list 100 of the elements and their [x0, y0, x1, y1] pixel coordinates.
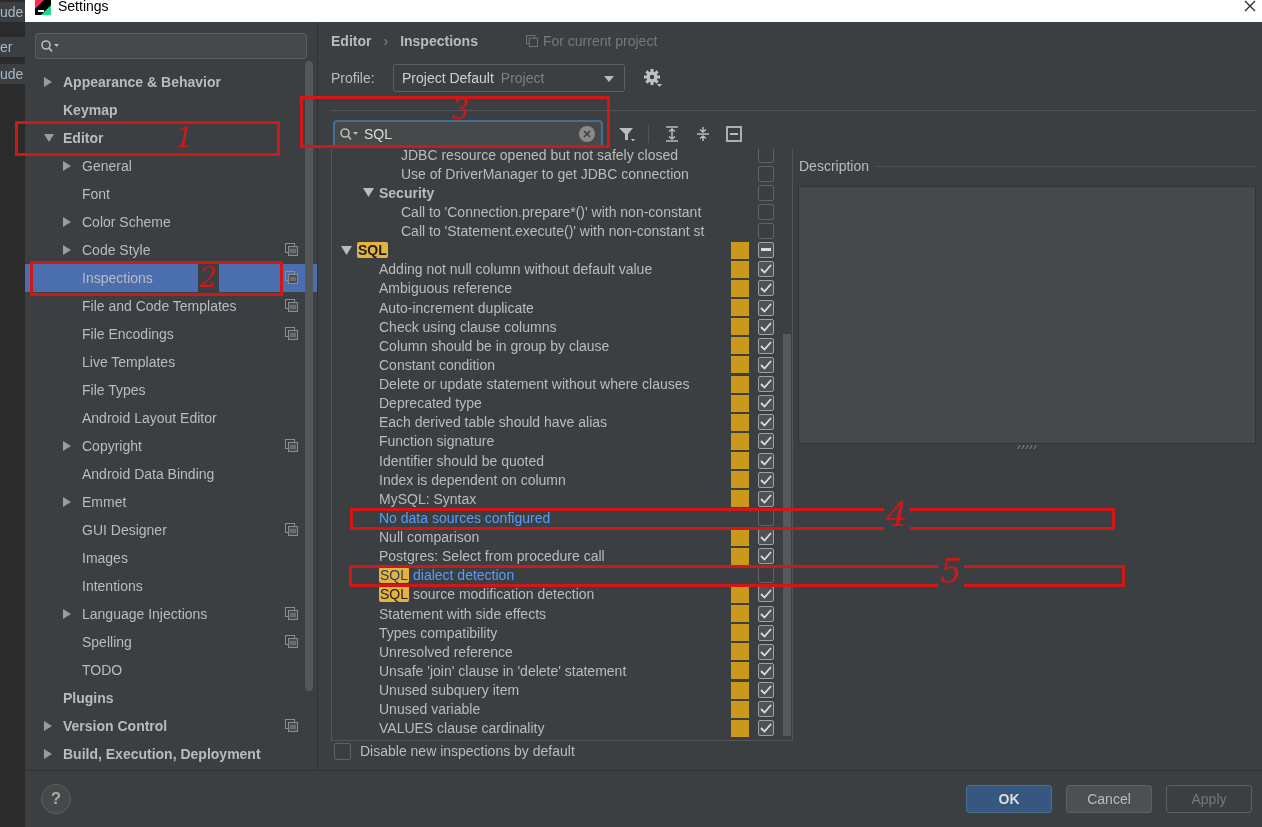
- expand-arrow-icon[interactable]: [62, 244, 72, 256]
- checkbox[interactable]: [758, 701, 774, 718]
- checkbox[interactable]: [758, 165, 774, 182]
- inspection-name[interactable]: Identifier should be quoted: [379, 452, 544, 469]
- inspection-name[interactable]: Call to 'Statement.execute()' with non-constant st: [401, 223, 705, 240]
- inspection-name[interactable]: Constant condition: [379, 356, 495, 373]
- sidebar-item[interactable]: Version Control: [43, 718, 168, 734]
- help-button[interactable]: ?: [41, 784, 71, 814]
- checkbox[interactable]: [758, 548, 774, 565]
- sidebar-item[interactable]: Spelling: [62, 634, 132, 650]
- checkbox[interactable]: [758, 223, 774, 240]
- expand-arrow-icon[interactable]: [62, 608, 72, 620]
- inspection-name[interactable]: Function signature: [379, 433, 495, 450]
- inspection-name[interactable]: No data sources configured: [379, 509, 551, 526]
- inspection-name[interactable]: Check using clause columns: [379, 318, 557, 335]
- clear-icon[interactable]: [579, 126, 595, 142]
- sidebar-item[interactable]: Android Data Binding: [62, 466, 215, 482]
- checkbox[interactable]: [758, 624, 774, 641]
- inspection-name[interactable]: Delete or update statement without where clauses: [379, 376, 690, 393]
- expand-arrow-icon[interactable]: [62, 496, 72, 508]
- close-icon[interactable]: [1244, 0, 1256, 12]
- checkbox[interactable]: [758, 318, 774, 335]
- minus-icon[interactable]: [726, 126, 742, 142]
- checkbox[interactable]: [758, 452, 774, 469]
- checkbox[interactable]: [758, 720, 774, 737]
- sidebar-item[interactable]: Plugins: [43, 690, 114, 706]
- sidebar-item[interactable]: Live Templates: [62, 354, 176, 370]
- checkbox[interactable]: [758, 376, 774, 393]
- inspection-name[interactable]: Unsafe 'join' clause in 'delete' statement: [379, 662, 627, 679]
- collapse-arrow-icon[interactable]: [43, 133, 55, 143]
- dialog-button[interactable]: Cancel: [1066, 785, 1152, 813]
- checkbox[interactable]: [758, 299, 774, 316]
- checkbox[interactable]: [758, 490, 774, 507]
- sidebar-item[interactable]: File Types: [62, 382, 146, 398]
- inspection-name[interactable]: Statement with side effects: [379, 605, 547, 622]
- disable-new-checkbox[interactable]: Disable new inspections by default: [331, 741, 575, 761]
- checkbox[interactable]: [758, 395, 774, 412]
- inspection-name[interactable]: JDBC resource opened but not safely closed: [401, 149, 679, 163]
- expand-all-icon[interactable]: [664, 126, 680, 142]
- checkbox[interactable]: [758, 471, 774, 488]
- expand-arrow-icon[interactable]: [62, 160, 72, 172]
- inspection-name[interactable]: Column should be in group by clause: [379, 337, 610, 354]
- resize-grip-icon[interactable]: [1017, 445, 1037, 449]
- inspection-name[interactable]: Use of DriverManager to get JDBC connection: [401, 165, 689, 182]
- sidebar-item[interactable]: GUI Designer: [62, 522, 167, 538]
- collapse-arrow-icon[interactable]: [341, 245, 352, 255]
- sidebar-item[interactable]: Images: [62, 550, 128, 566]
- inspection-name[interactable]: Call to 'Connection.prepare*()' with non-constant: [401, 203, 702, 220]
- inspection-name[interactable]: Null comparison: [379, 529, 480, 546]
- checkbox[interactable]: [758, 643, 774, 660]
- sidebar-item[interactable]: General: [62, 158, 132, 174]
- sidebar-item[interactable]: File Encodings: [62, 326, 174, 342]
- checkbox[interactable]: [758, 242, 774, 259]
- checkbox[interactable]: [758, 184, 774, 201]
- sidebar-item[interactable]: Intentions: [62, 578, 143, 594]
- inspection-name[interactable]: Auto-increment duplicate: [379, 299, 534, 316]
- expand-arrow-icon[interactable]: [43, 720, 53, 732]
- sidebar-item[interactable]: Build, Execution, Deployment: [43, 746, 261, 762]
- sidebar-item[interactable]: Copyright: [62, 438, 142, 454]
- sidebar-item[interactable]: TODO: [62, 662, 123, 678]
- checkbox[interactable]: [758, 203, 774, 220]
- breadcrumb-item[interactable]: Editor: [331, 33, 372, 49]
- inspection-name[interactable]: SQL source modification detection: [379, 586, 595, 603]
- inspection-name[interactable]: Postgres: Select from procedure call: [379, 548, 605, 565]
- sidebar-item[interactable]: Editor: [43, 130, 104, 146]
- checkbox[interactable]: [758, 356, 774, 373]
- dialog-button[interactable]: OK: [966, 785, 1052, 813]
- sidebar-item[interactable]: Keymap: [43, 102, 118, 118]
- checkbox[interactable]: [758, 280, 774, 297]
- inspection-name[interactable]: Security: [379, 184, 435, 201]
- inspection-name[interactable]: SQL: [357, 242, 388, 259]
- scrollbar[interactable]: [305, 61, 313, 691]
- sidebar-item[interactable]: Language Injections: [62, 606, 208, 622]
- inspection-name[interactable]: Each derived table should have alias: [379, 414, 608, 431]
- expand-arrow-icon[interactable]: [62, 440, 72, 452]
- checkbox[interactable]: [758, 662, 774, 679]
- inspection-name[interactable]: Index is dependent on column: [379, 471, 566, 488]
- sidebar-item[interactable]: Emmet: [62, 494, 127, 510]
- inspection-name[interactable]: Deprecated type: [379, 395, 482, 412]
- sidebar-item[interactable]: Appearance & Behavior: [43, 74, 221, 90]
- sidebar-item[interactable]: Code Style: [62, 242, 151, 258]
- inspection-name[interactable]: SQL dialect detection: [379, 567, 515, 584]
- search-field[interactable]: [35, 33, 307, 59]
- inspection-name[interactable]: Adding not null column without default value: [379, 261, 653, 278]
- collapse-all-icon[interactable]: [695, 126, 711, 142]
- inspection-name[interactable]: Unused subquery item: [379, 682, 520, 699]
- inspection-name[interactable]: Types compatibility: [379, 624, 498, 641]
- checkbox[interactable]: [758, 261, 774, 278]
- inspection-name[interactable]: Unresolved reference: [379, 643, 513, 660]
- inspection-name[interactable]: MySQL: Syntax: [379, 490, 477, 507]
- checkbox[interactable]: [758, 414, 774, 431]
- expand-arrow-icon[interactable]: [43, 748, 53, 760]
- checkbox[interactable]: [758, 605, 774, 622]
- sidebar-item[interactable]: Font: [62, 186, 110, 202]
- expand-arrow-icon[interactable]: [43, 76, 53, 88]
- checkbox[interactable]: [758, 682, 774, 699]
- sidebar-item[interactable]: File and Code Templates: [62, 298, 237, 314]
- collapse-arrow-icon[interactable]: [363, 188, 374, 198]
- inspection-name[interactable]: Unused variable: [379, 701, 481, 718]
- scrollbar[interactable]: [783, 334, 791, 736]
